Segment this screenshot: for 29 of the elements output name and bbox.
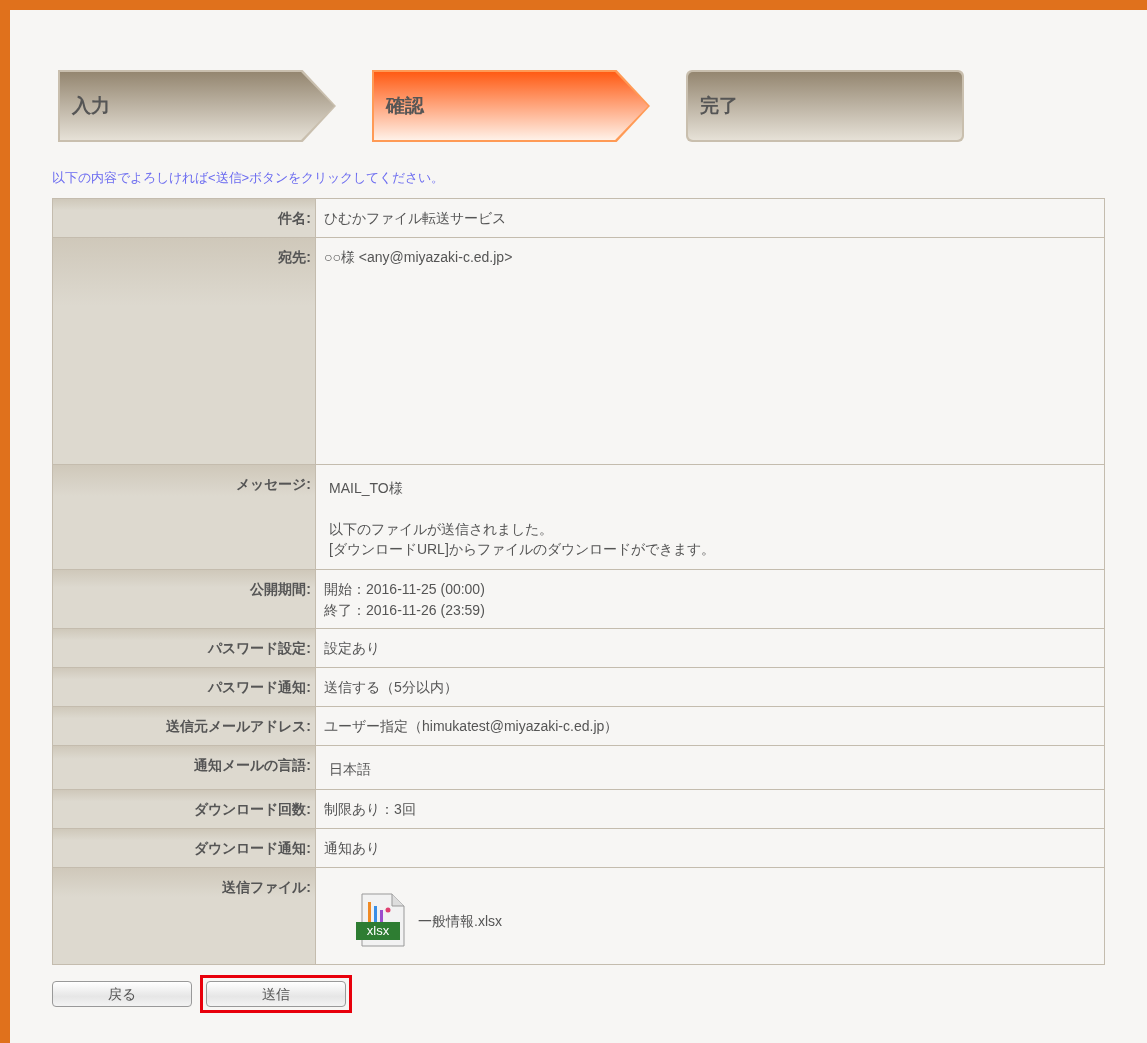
- field-value: 日本語: [329, 760, 372, 779]
- field-value: ○○様 <any@miyazaki-c.ed.jp>: [324, 247, 514, 267]
- field-label: 件名:: [53, 198, 316, 237]
- field-value: ユーザー指定（himukatest@miyazaki-c.ed.jp）: [324, 717, 620, 736]
- field-value: 送信する（5分以内）: [324, 678, 459, 697]
- field-value: 以下のファイルが送信されました。: [329, 519, 554, 539]
- field-label: 通知メールの言語:: [53, 746, 316, 790]
- form-button[interactable]: 戻る: [52, 981, 192, 1008]
- field-value: 通知あり: [324, 839, 381, 859]
- field-value: 設定あり: [324, 639, 381, 658]
- field-label: パスワード通知:: [53, 668, 316, 706]
- field-value: ひむかファイル転送サービス: [324, 208, 507, 228]
- field-label: 送信元メールアドレス:: [53, 707, 316, 745]
- file-name: 一般情報.xlsx: [418, 912, 502, 932]
- file-type-label: xlsx: [356, 922, 400, 941]
- field-value: 開始：2016-11-25 (00:00): [324, 580, 486, 600]
- field-value: 終了：2016-11-26 (23:59): [324, 600, 486, 620]
- field-label: メッセージ:: [53, 464, 316, 570]
- field-label: 送信ファイル:: [53, 868, 316, 965]
- field-label: ダウンロード回数:: [53, 790, 316, 829]
- form-button[interactable]: 送信: [206, 981, 346, 1008]
- field-label: 宛先:: [53, 237, 316, 464]
- field-label: パスワード設定:: [53, 629, 316, 667]
- field-value: [ダウンロードURL]からファイルのダウンロードができます。: [329, 540, 716, 560]
- field-label: ダウンロード通知:: [53, 829, 316, 868]
- field-value: MAIL_TO様: [329, 478, 404, 498]
- field-label: 公開期間:: [53, 570, 316, 628]
- field-value: 制限あり：3回: [324, 800, 417, 820]
- instruction-text: 以下の内容でよろしければ<送信>ボタンをクリックしてください。: [52, 169, 446, 187]
